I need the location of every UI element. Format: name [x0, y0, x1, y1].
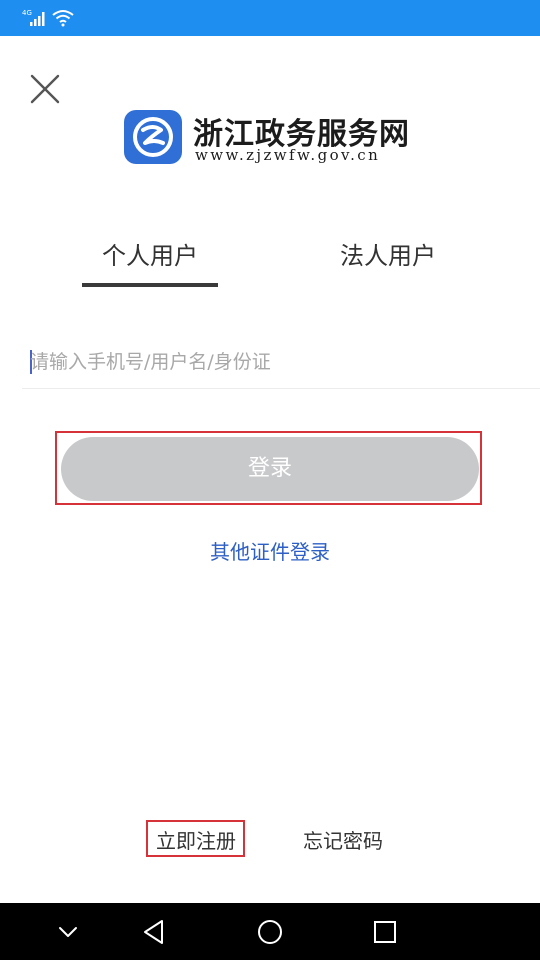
- login-screen: 4G 浙江政务服务网 www.zjzwfw.gov.cn 个人用户 法人用户 请…: [0, 0, 540, 960]
- signal-icon: 4G: [22, 9, 45, 26]
- tab-personal-user[interactable]: 个人用户: [82, 236, 218, 288]
- forgot-password-link[interactable]: 忘记密码: [297, 825, 389, 854]
- back-triangle-icon[interactable]: [140, 917, 170, 947]
- wifi-icon: [52, 10, 74, 27]
- username-input[interactable]: [30, 344, 530, 380]
- other-credential-login-link[interactable]: 其他证件登录: [0, 536, 540, 565]
- status-bar: 4G: [0, 0, 540, 36]
- register-link[interactable]: 立即注册: [150, 825, 242, 854]
- recent-square-icon[interactable]: [370, 917, 400, 947]
- brand-url: www.zjzwfw.gov.cn: [195, 146, 381, 164]
- zj-gov-logo-icon: [124, 110, 182, 164]
- system-navigation-bar: [0, 903, 540, 960]
- home-circle-icon[interactable]: [255, 917, 285, 947]
- chevron-down-icon[interactable]: [53, 917, 83, 947]
- username-field-container: [22, 336, 540, 389]
- tab-legal-user[interactable]: 法人用户: [320, 236, 456, 288]
- active-tab-indicator: [82, 283, 218, 287]
- close-icon[interactable]: [26, 70, 64, 108]
- login-button[interactable]: 登录: [61, 437, 479, 501]
- network-type-label: 4G: [22, 9, 32, 17]
